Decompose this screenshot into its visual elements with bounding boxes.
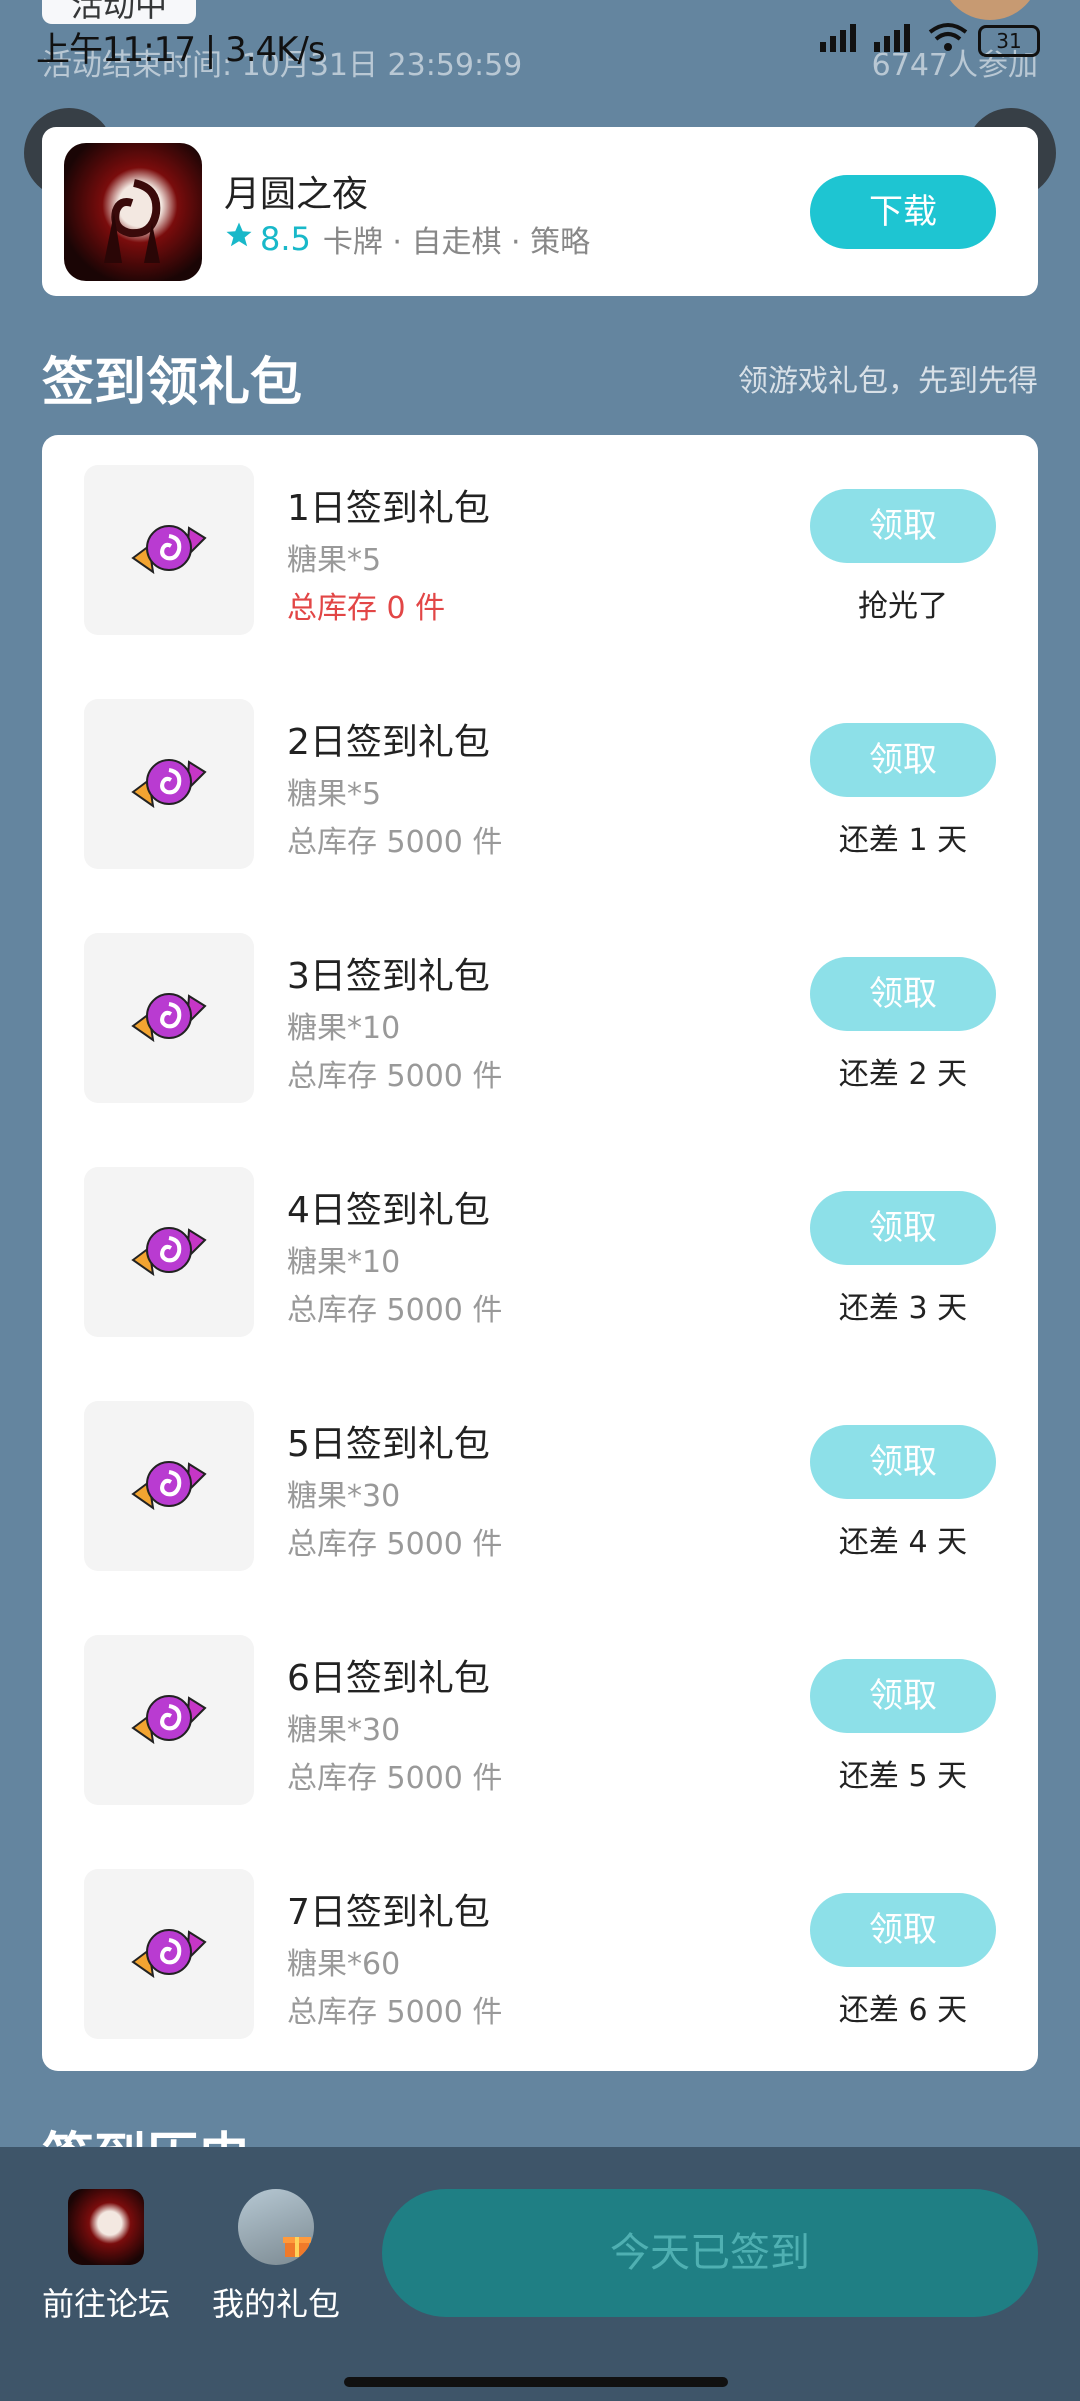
- gift-content: 糖果*10: [287, 1011, 401, 1046]
- gift-name: 4日签到礼包: [287, 1190, 490, 1231]
- gift-status: 还差 3 天: [838, 1291, 968, 1326]
- gift-thumbnail: [84, 1635, 254, 1805]
- gift-row: 5日签到礼包 糖果*30 总库存 5000 件 领取 还差 4 天: [42, 1401, 1038, 1571]
- participant-avatar: [940, 0, 1040, 20]
- gift-row: 2日签到礼包 糖果*5 总库存 5000 件 领取 还差 1 天: [42, 699, 1038, 869]
- status-bar: 活动中 活动结束时间: 10月31日 23:59:59 6747人参加 上午11…: [0, 0, 1080, 90]
- gift-content: 糖果*5: [287, 543, 382, 578]
- game-icon: [64, 143, 202, 281]
- candy-icon: [119, 1668, 219, 1772]
- forum-icon: [68, 2189, 144, 2265]
- candy-icon: [119, 732, 219, 836]
- gift-name: 2日签到礼包: [287, 722, 490, 763]
- gift-stock: 总库存 5000 件: [287, 1059, 503, 1094]
- candy-icon: [119, 1434, 219, 1538]
- rating-value: 8.5: [260, 220, 311, 258]
- gift-stock: 总库存 5000 件: [287, 1527, 503, 1562]
- gift-status: 还差 1 天: [838, 823, 968, 858]
- gift-name: 1日签到礼包: [287, 488, 490, 529]
- game-meta: 8.5 卡牌 · 自走棋 · 策略: [224, 217, 590, 261]
- signal-icon: [820, 22, 864, 59]
- gift-list: 1日签到礼包 糖果*5 总库存 0 件 领取 抢光了 2日签到礼包 糖果*5 总…: [42, 435, 1038, 2071]
- gift-name: 7日签到礼包: [287, 1892, 490, 1933]
- download-button[interactable]: 下载: [810, 175, 996, 249]
- signal-icon: [874, 22, 918, 59]
- gift-row: 1日签到礼包 糖果*5 总库存 0 件 领取 抢光了: [42, 465, 1038, 635]
- section-title: 签到领礼包: [42, 353, 303, 413]
- game-title: 月圆之夜: [224, 174, 369, 215]
- candy-icon: [119, 1200, 219, 1304]
- gift-row: 6日签到礼包 糖果*30 总库存 5000 件 领取 还差 5 天: [42, 1635, 1038, 1805]
- gift-row: 4日签到礼包 糖果*10 总库存 5000 件 领取 还差 3 天: [42, 1167, 1038, 1337]
- gift-status: 抢光了: [858, 589, 948, 624]
- gift-thumbnail: [84, 465, 254, 635]
- avatar: [238, 2189, 314, 2265]
- gift-stock: 总库存 0 件: [287, 591, 446, 626]
- game-tags: 卡牌 · 自走棋 · 策略: [322, 225, 591, 260]
- gift-name: 6日签到礼包: [287, 1658, 490, 1699]
- my-gifts-label: 我的礼包: [211, 2285, 340, 2323]
- gift-content: 糖果*10: [287, 1245, 401, 1280]
- my-gifts-tab[interactable]: 我的礼包: [186, 2189, 366, 2325]
- gift-name: 5日签到礼包: [287, 1424, 490, 1465]
- gift-stock: 总库存 5000 件: [287, 1761, 503, 1796]
- candy-icon: [119, 498, 219, 602]
- star-icon: [224, 220, 254, 258]
- claim-button[interactable]: 领取: [810, 1191, 996, 1265]
- home-indicator[interactable]: [344, 2377, 728, 2387]
- gift-content: 糖果*5: [287, 777, 382, 812]
- system-icons: 31: [820, 22, 1040, 59]
- bottom-action-bar: 前往论坛 我的礼包 今天已签到: [0, 2147, 1080, 2401]
- gift-thumbnail: [84, 1869, 254, 2039]
- gift-content: 糖果*60: [287, 1947, 401, 1982]
- clock-time: 上午11:17: [36, 30, 196, 70]
- game-rating: 8.5: [224, 220, 311, 258]
- gift-row: 3日签到礼包 糖果*10 总库存 5000 件 领取 还差 2 天: [42, 933, 1038, 1103]
- forum-tab[interactable]: 前往论坛: [16, 2189, 196, 2325]
- battery-icon: 31: [978, 24, 1040, 57]
- claim-button[interactable]: 领取: [810, 957, 996, 1031]
- gift-status: 还差 6 天: [838, 1993, 968, 2028]
- network-speed: 3.4K/s: [225, 30, 326, 70]
- gift-stock: 总库存 5000 件: [287, 825, 503, 860]
- system-clock: 上午11:17 | 3.4K/s: [36, 22, 326, 71]
- gift-thumbnail: [84, 1401, 254, 1571]
- gift-status: 还差 4 天: [838, 1525, 968, 1560]
- separator: |: [204, 30, 226, 70]
- candy-icon: [119, 1902, 219, 2006]
- gift-content: 糖果*30: [287, 1479, 401, 1514]
- claim-button[interactable]: 领取: [810, 1425, 996, 1499]
- gift-row: 7日签到礼包 糖果*60 总库存 5000 件 领取 还差 6 天: [42, 1869, 1038, 2039]
- gift-stock: 总库存 5000 件: [287, 1293, 503, 1328]
- gift-thumbnail: [84, 699, 254, 869]
- claim-button[interactable]: 领取: [810, 1893, 996, 1967]
- gift-status: 还差 2 天: [838, 1057, 968, 1092]
- gift-name: 3日签到礼包: [287, 956, 490, 997]
- gift-box-icon: [282, 2229, 312, 2263]
- gift-content: 糖果*30: [287, 1713, 401, 1748]
- wifi-icon: [928, 22, 968, 59]
- gift-thumbnail: [84, 933, 254, 1103]
- activity-status-tag: 活动中: [42, 0, 196, 24]
- gift-thumbnail: [84, 1167, 254, 1337]
- section-subtitle: 领游戏礼包，先到先得: [738, 364, 1038, 399]
- claim-button[interactable]: 领取: [810, 723, 996, 797]
- checkin-button[interactable]: 今天已签到: [382, 2189, 1038, 2317]
- gift-stock: 总库存 5000 件: [287, 1995, 503, 2030]
- claim-button[interactable]: 领取: [810, 489, 996, 563]
- candy-icon: [119, 966, 219, 1070]
- claim-button[interactable]: 领取: [810, 1659, 996, 1733]
- game-card[interactable]: 月圆之夜 8.5 卡牌 · 自走棋 · 策略 下载: [42, 127, 1038, 296]
- gift-status: 还差 5 天: [838, 1759, 968, 1794]
- forum-label: 前往论坛: [41, 2285, 170, 2323]
